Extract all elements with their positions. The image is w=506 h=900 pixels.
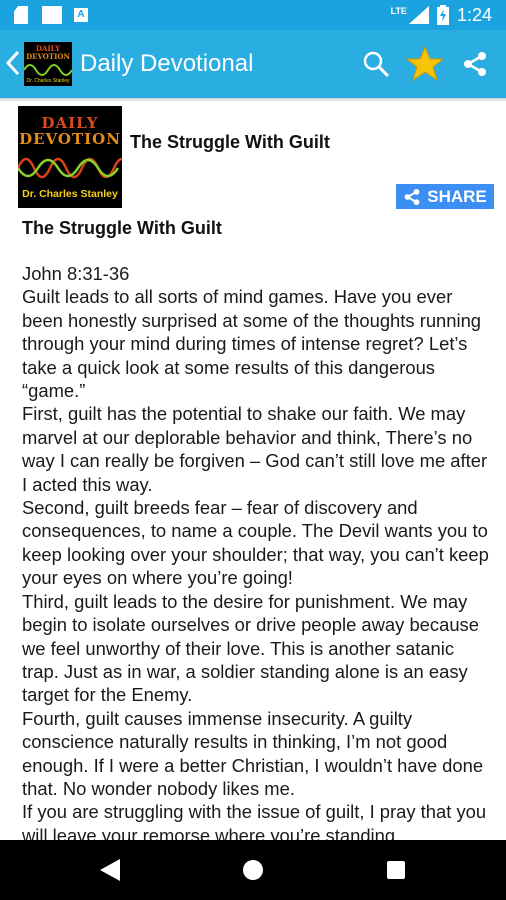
app-logo: DAILY DEVOTION Dr. Charles Stanley [24,42,72,86]
app-title: Daily Devotional [80,50,254,77]
paragraph: If you are struggling with the issue of … [22,801,487,840]
nav-recents-button[interactable] [382,856,410,884]
devotional-header-title: The Struggle With Guilt [130,132,330,152]
back-triangle-icon [100,859,120,881]
scripture-reference: John 8:31-36 [22,263,130,284]
nav-home-button[interactable] [239,856,267,884]
article-title: The Struggle With Guilt [22,218,222,238]
thumbnail-wave-graphic [18,157,122,179]
paragraph: Guilt leads to all sorts of mind games. … [22,286,482,402]
battery-charging-icon [436,5,449,25]
network-type: LTE [390,6,407,16]
devotional-thumbnail: DAILY DEVOTION Dr. Charles Stanley [18,106,122,208]
search-icon [363,51,390,78]
nav-back-button[interactable] [96,856,124,884]
app-bar: DAILY DEVOTION Dr. Charles Stanley Daily… [0,30,506,98]
search-button[interactable] [356,44,396,84]
favorite-button[interactable] [405,44,445,84]
status-bar: A LTE 1:24 [0,0,506,30]
a-notification-icon: A [74,8,88,22]
recents-square-icon [387,861,405,879]
sd-card-icon [14,6,28,24]
paragraph: Second, guilt breeds fear – fear of disc… [22,497,489,589]
paragraph: Third, guilt leads to the desire for pun… [22,590,479,706]
paragraph: First, guilt has the potential to shake … [22,403,488,495]
home-circle-icon [243,860,263,880]
thumbnail-byline: Dr. Charles Stanley [22,188,118,200]
share-icon [404,188,420,205]
share-icon [464,52,486,76]
paragraph: Fourth, guilt causes immense insecurity.… [22,707,484,799]
app-logo-byline: Dr. Charles Stanley [26,78,70,84]
share-button-appbar[interactable] [455,44,495,84]
sine-wave-graphic [24,64,72,76]
clock: 1:24 [456,4,492,25]
signal-icon [408,6,429,24]
share-button-label: SHARE [427,186,487,206]
article-body: John 8:31-36 Guilt leads to all sorts of… [22,262,492,840]
thumbnail-line2: DEVOTION [19,130,121,148]
back-chevron-icon[interactable] [4,48,22,78]
favorite-star-icon [406,46,444,82]
navigation-bar [0,840,506,900]
devotional-content[interactable]: DAILY DEVOTION Dr. Charles Stanley The S… [6,102,500,840]
blank-notification-icon [42,6,62,24]
status-right: LTE 1:24 [391,0,492,30]
share-button[interactable]: SHARE [396,184,494,209]
